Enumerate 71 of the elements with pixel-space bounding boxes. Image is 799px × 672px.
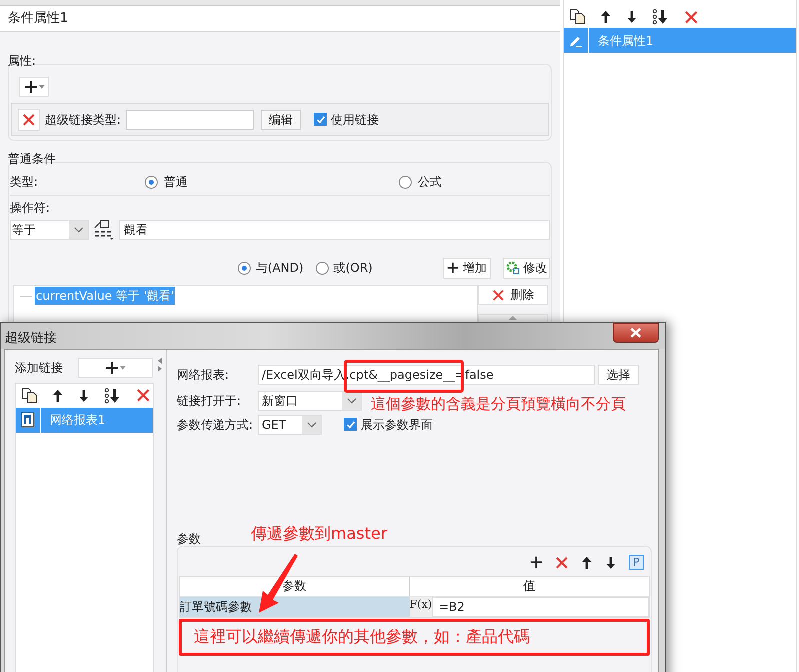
dialog-title: 超级链接 xyxy=(5,330,57,348)
checkbox[interactable] xyxy=(314,113,328,126)
add-link-button[interactable] xyxy=(78,358,153,378)
column-header: 值 xyxy=(522,578,536,595)
section-label: 参数 xyxy=(177,530,201,548)
move-bottom-icon[interactable] xyxy=(104,388,122,404)
add-dropdown-button[interactable] xyxy=(19,77,49,97)
arrow-down-icon[interactable] xyxy=(605,556,617,570)
caret-icon xyxy=(38,85,44,89)
report-icon xyxy=(21,412,35,428)
field-label: 类型: xyxy=(10,174,40,191)
annotation-text: 傳遞參數到master xyxy=(251,522,388,544)
field-label: 添加链接 xyxy=(15,360,63,376)
panel-title: 条件属性1 xyxy=(8,10,68,28)
caret-icon xyxy=(74,227,84,233)
caret-icon xyxy=(306,422,316,428)
hyperlink-type-field[interactable] xyxy=(126,110,254,130)
copy-icon[interactable] xyxy=(570,9,586,25)
annotation-text: 這個參數的含義是分頁預覽橫向不分頁 xyxy=(371,394,626,416)
radio-button[interactable] xyxy=(316,262,329,274)
field-label: 参数传递方式: xyxy=(177,416,254,434)
add-button[interactable]: 增加 xyxy=(442,258,492,278)
arrow-up-icon[interactable] xyxy=(52,388,64,402)
remove-button[interactable] xyxy=(18,108,40,130)
section-label: 普通条件 xyxy=(8,152,56,166)
arrow-up-icon[interactable] xyxy=(581,556,593,570)
add-icon[interactable] xyxy=(530,556,543,569)
caret-icon xyxy=(120,366,126,370)
value-field[interactable]: =B2 xyxy=(432,596,649,616)
radio-label: 普通 xyxy=(164,174,188,191)
table-cell[interactable]: 訂單號碼參數 xyxy=(180,596,410,616)
annotation-text: 這裡可以繼續傳遞你的其他參數，如：產品代碼 xyxy=(194,626,530,648)
close-button[interactable] xyxy=(613,323,659,343)
field-label: 网络报表: xyxy=(177,366,230,384)
modify-button[interactable]: 修改 xyxy=(503,258,550,278)
method-select[interactable]: GET xyxy=(258,414,322,434)
radio-label: 或(OR) xyxy=(334,260,373,277)
plus-icon xyxy=(24,80,38,94)
caret-icon xyxy=(346,398,356,404)
radio-button[interactable] xyxy=(238,262,251,274)
section-label: 属性: xyxy=(8,54,36,68)
plus-icon xyxy=(530,556,543,569)
formula-icon[interactable]: F(x) xyxy=(410,596,432,616)
operator-select[interactable]: 等于 xyxy=(10,220,89,240)
radio-button[interactable] xyxy=(145,176,158,188)
text-type-icon[interactable] xyxy=(93,220,115,240)
value-field[interactable]: 觀看 xyxy=(119,220,550,240)
arrow-down-icon[interactable] xyxy=(626,10,638,24)
radio-label: 公式 xyxy=(418,174,442,191)
gear-icon xyxy=(506,261,520,275)
parameter-button[interactable]: P xyxy=(629,555,644,570)
arrow-up-icon[interactable] xyxy=(600,10,612,24)
copy-icon[interactable] xyxy=(22,388,38,404)
field-label: 链接打开于: xyxy=(177,392,242,410)
checkbox-label: 展示参数界面 xyxy=(361,416,433,434)
move-bottom-icon[interactable] xyxy=(652,9,670,25)
edit-button[interactable]: 编辑 xyxy=(261,110,302,130)
choose-button[interactable]: 选择 xyxy=(598,364,639,384)
open-in-select[interactable]: 新窗口 xyxy=(258,390,362,410)
arrow-down-icon[interactable] xyxy=(78,388,90,402)
radio-button[interactable] xyxy=(399,176,412,188)
field-label: 超级链接类型: xyxy=(45,112,122,128)
plus-icon xyxy=(105,360,119,374)
delete-button[interactable]: 删除 xyxy=(478,285,548,305)
checkbox-label: 使用链接 xyxy=(331,112,380,128)
plus-icon xyxy=(447,262,460,274)
arrow-up-icon xyxy=(508,316,518,321)
field-label: 操作符: xyxy=(10,201,50,215)
collapse-icon[interactable] xyxy=(158,358,163,372)
radio-label: 与(AND) xyxy=(256,260,304,277)
checkbox[interactable] xyxy=(344,418,357,431)
